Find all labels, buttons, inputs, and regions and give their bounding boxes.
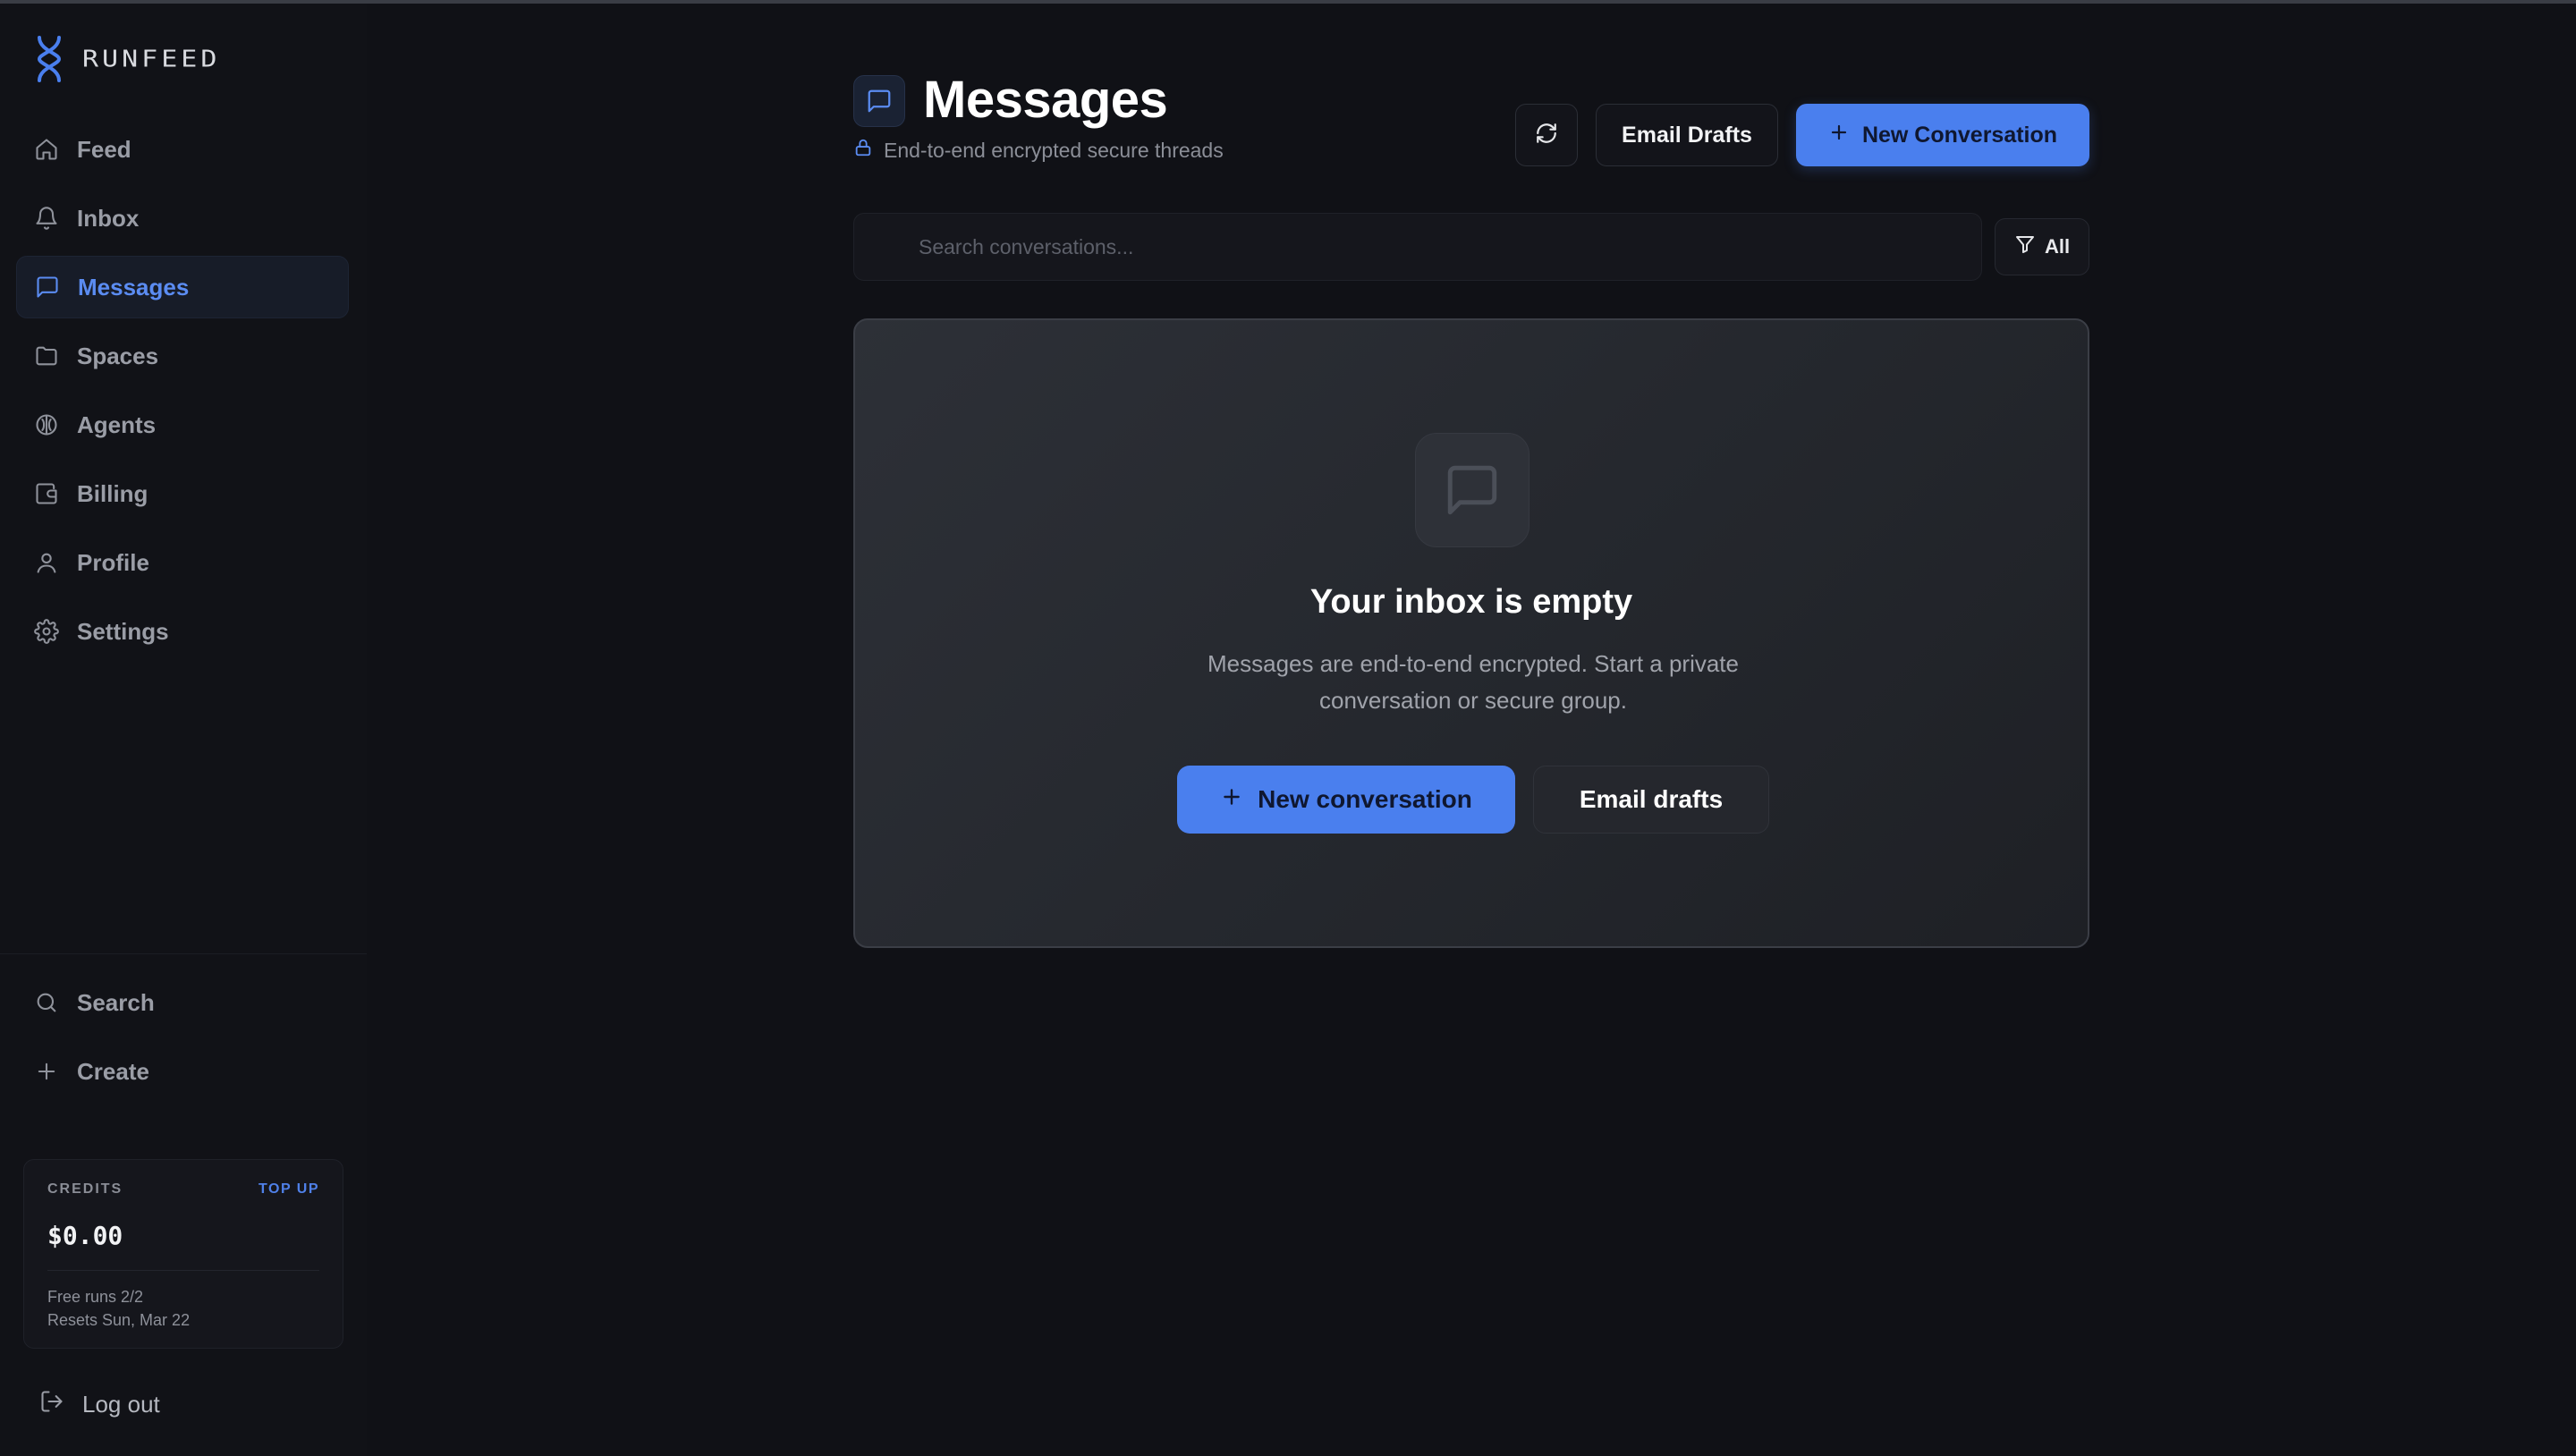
folder-icon (34, 343, 59, 368)
top-border (0, 0, 2576, 4)
app-logo[interactable]: RUNFEED (36, 34, 220, 84)
message-square-icon (35, 275, 60, 300)
empty-new-conversation-button[interactable]: New conversation (1177, 766, 1515, 834)
sidebar-item-spaces[interactable]: Spaces (16, 325, 349, 387)
resets-text: Resets Sun, Mar 22 (47, 1311, 191, 1329)
sidebar-item-feed[interactable]: Feed (16, 118, 349, 181)
sidebar-item-label: Agents (77, 411, 157, 438)
sidebar-item-label: Messages (78, 273, 190, 301)
sidebar: RUNFEED Feed Inbox Messages Spaces Agent… (0, 4, 367, 1456)
sidebar-item-inbox[interactable]: Inbox (16, 187, 349, 250)
sidebar-item-billing[interactable]: Billing (16, 462, 349, 525)
credits-divider (47, 1270, 319, 1271)
empty-email-drafts-button[interactable]: Email drafts (1533, 766, 1769, 834)
new-conversation-button[interactable]: New Conversation (1796, 104, 2089, 166)
search-icon (34, 990, 59, 1015)
logo-mark-icon (36, 36, 63, 82)
lock-icon (853, 138, 873, 163)
sidebar-item-label: Spaces (77, 342, 159, 369)
subtitle-text: End-to-end encrypted secure threads (884, 138, 1224, 162)
sidebar-item-label: Search (77, 988, 155, 1016)
logout-button[interactable]: Log out (39, 1379, 160, 1429)
empty-state-description: Messages are end-to-end encrypted. Start… (1208, 650, 1739, 714)
sidebar-item-label: Inbox (77, 204, 140, 232)
wallet-icon (34, 481, 59, 506)
filter-icon (2014, 233, 2036, 260)
sidebar-divider (0, 953, 367, 954)
credits-label: CREDITS (47, 1181, 123, 1197)
top-up-link[interactable]: TOP UP (258, 1181, 319, 1198)
page-title: Messages (923, 71, 1168, 129)
sidebar-item-label: Settings (77, 617, 169, 645)
credits-card: CREDITS TOP UP $0.00 Free runs 2/2 Reset… (23, 1159, 343, 1349)
sidebar-item-profile[interactable]: Profile (16, 531, 349, 594)
page-subtitle: End-to-end encrypted secure threads (853, 138, 1224, 163)
search-conversations (853, 213, 1982, 281)
bell-icon (34, 206, 59, 231)
sidebar-item-messages[interactable]: Messages (16, 256, 349, 318)
empty-message-icon (1415, 433, 1530, 547)
free-runs-text: Free runs 2/2 (47, 1288, 144, 1306)
filter-button[interactable]: All (1995, 218, 2089, 275)
empty-state-title: Your inbox is empty (1309, 583, 1633, 621)
agents-icon (34, 412, 59, 437)
sidebar-item-agents[interactable]: Agents (16, 394, 349, 456)
new-conversation-label: New conversation (1258, 785, 1472, 813)
plus-icon (1220, 785, 1243, 815)
sidebar-item-label: Feed (77, 135, 131, 163)
sidebar-item-search[interactable]: Search (16, 971, 349, 1034)
plus-icon (34, 1059, 59, 1084)
brand-name: RUNFEED (82, 46, 221, 72)
new-conversation-label: New Conversation (1861, 122, 2058, 148)
sidebar-item-label: Create (77, 1057, 149, 1085)
header-message-icon (853, 75, 905, 127)
gear-icon (34, 619, 59, 644)
plus-icon (1828, 122, 1850, 149)
filter-label: All (2044, 235, 2071, 258)
empty-state-card: Your inbox is empty Messages are end-to-… (853, 318, 2089, 948)
sidebar-item-label: Billing (77, 479, 148, 507)
sidebar-nav: Feed Inbox Messages Spaces Agents Billin… (16, 118, 349, 669)
refresh-button[interactable] (1515, 104, 1578, 166)
sidebar-bottom-nav: Search Create (16, 971, 349, 1109)
user-icon (34, 550, 59, 575)
sidebar-item-settings[interactable]: Settings (16, 600, 349, 663)
search-input[interactable] (917, 233, 1981, 260)
sidebar-item-label: Profile (77, 548, 149, 576)
home-icon (34, 137, 59, 162)
logout-icon (39, 1389, 64, 1420)
email-drafts-button[interactable]: Email Drafts (1596, 104, 1778, 166)
logout-label: Log out (82, 1390, 160, 1418)
credits-amount: $0.00 (47, 1221, 123, 1250)
sidebar-item-create[interactable]: Create (16, 1040, 349, 1103)
refresh-icon (1535, 122, 1558, 149)
